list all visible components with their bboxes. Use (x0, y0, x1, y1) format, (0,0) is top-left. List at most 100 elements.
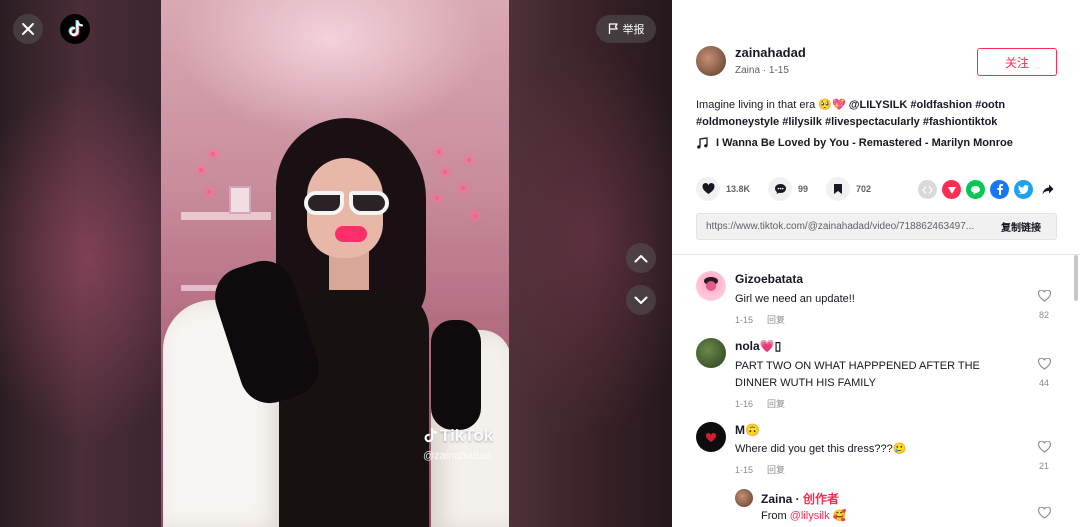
fairy-light (443, 170, 447, 174)
fairy-light (199, 168, 203, 172)
photo-frame (229, 186, 251, 214)
flag-icon (608, 23, 618, 34)
comment-text: Where did you get this dress???🥲 (735, 443, 907, 455)
comment-date: 1-16 (735, 399, 754, 409)
author-block[interactable]: zainahadad Zaina · 1-15 (696, 45, 806, 76)
fairy-light (467, 158, 471, 162)
video-description: Imagine living in that era 🥺💖 @LILYSILK … (696, 97, 1046, 131)
line-icon[interactable] (966, 180, 985, 199)
video-stage: TikTok @zainahadad 举报 (0, 0, 672, 527)
fairy-light (211, 152, 215, 156)
description-text: Imagine living in that era 🥺💖 (696, 99, 849, 111)
reply-mention[interactable]: @lilysilk (790, 510, 830, 522)
previous-video-button[interactable] (626, 243, 656, 273)
fairy-light (437, 150, 441, 154)
forward-icon[interactable] (1038, 180, 1057, 199)
comment-username[interactable]: Gizoebatata (735, 272, 803, 286)
avatar[interactable] (696, 45, 726, 76)
chevron-up-icon (634, 254, 648, 262)
comment-like[interactable]: 82 (1034, 289, 1054, 320)
close-icon (22, 23, 34, 35)
watermark-brand: TikTok (440, 426, 494, 445)
heart-outline-icon (1037, 289, 1051, 302)
heart-outline-icon (1037, 506, 1051, 519)
fairy-light (473, 214, 477, 218)
watermark-username: @zainahadad (423, 450, 492, 462)
lips (335, 226, 367, 242)
video-link[interactable]: https://www.tiktok.com/@zainahadad/video… (697, 221, 987, 232)
fairy-light (207, 190, 211, 194)
twitter-icon[interactable] (1014, 180, 1033, 199)
music-note-icon (697, 137, 708, 149)
facebook-icon[interactable] (990, 180, 1009, 199)
music-title: I Wanna Be Loved by You - Remastered - M… (716, 137, 1013, 149)
comment-like-count: 21 (1038, 461, 1049, 471)
tiktok-watermark: TikTok @zainahadad (423, 426, 493, 462)
save-action[interactable]: 702 (826, 177, 871, 201)
report-button[interactable]: 举报 (596, 15, 656, 43)
reply-button[interactable]: 回复 (767, 399, 785, 409)
video-link-box: https://www.tiktok.com/@zainahadad/video… (696, 213, 1057, 240)
embed-icon[interactable] (918, 180, 937, 199)
comment-like[interactable]: 21 (1034, 440, 1054, 471)
copy-link-button[interactable]: 复制链接 (1001, 219, 1041, 234)
comments-scrollbar[interactable] (1074, 255, 1078, 301)
reply-text: From @lilysilk 🥰 (761, 510, 847, 522)
reply-username[interactable]: Zaina (761, 492, 792, 506)
tiktok-note-icon (424, 428, 437, 443)
comment-date: 1-15 (735, 315, 754, 325)
author-username[interactable]: zainahadad (735, 45, 806, 60)
author-meta: Zaina · 1-15 (735, 65, 789, 76)
sunglasses (349, 191, 389, 215)
avatar[interactable] (696, 422, 726, 452)
chevron-down-icon (634, 296, 648, 304)
comment-date: 1-15 (735, 465, 754, 475)
description-mention[interactable]: @LILYSILK (849, 99, 908, 111)
tiktok-logo-icon (68, 20, 83, 37)
comment-like-count: 82 (1038, 310, 1049, 320)
bookmark-icon (834, 184, 843, 194)
fairy-light (461, 186, 465, 190)
comment-item: nola💗▯ PART TWO ON WHAT HAPPPENED AFTER … (696, 338, 1066, 409)
share-icons (918, 180, 1057, 199)
reply-button[interactable]: 回复 (767, 315, 785, 325)
fairy-light (435, 196, 439, 200)
comment-like-count: 44 (1038, 378, 1049, 388)
like-count: 13.8K (726, 184, 751, 194)
comment-action[interactable]: 99 (768, 177, 808, 201)
heart-icon (702, 183, 714, 194)
follow-button[interactable]: 关注 (977, 48, 1057, 76)
comment-item: M🙃 Where did you get this dress???🥲 1-15… (696, 422, 1066, 482)
shelf (181, 212, 271, 220)
comment-list: Gizoebatata Girl we need an update!! 1-1… (672, 255, 1080, 527)
next-video-button[interactable] (626, 285, 656, 315)
heart-outline-icon (1037, 440, 1051, 453)
avatar[interactable] (696, 271, 726, 301)
reply-button[interactable]: 回复 (767, 465, 785, 475)
action-bar: 13.8K 99 702 (696, 177, 889, 201)
video-player[interactable]: TikTok @zainahadad (161, 0, 509, 527)
comment-like[interactable] (1034, 506, 1054, 524)
avatar[interactable] (735, 489, 753, 507)
save-count: 702 (856, 184, 872, 194)
creator-badge: 创作者 (803, 492, 840, 506)
avatar[interactable] (696, 338, 726, 368)
comment-username[interactable]: nola💗▯ (735, 339, 781, 353)
comment-like[interactable]: 44 (1034, 357, 1054, 388)
heart-outline-icon (1037, 357, 1051, 370)
sunglasses (304, 191, 344, 215)
report-label: 举报 (622, 24, 645, 36)
comment-icon (774, 184, 786, 194)
glove (431, 320, 481, 430)
like-action[interactable]: 13.8K (696, 177, 750, 201)
comment-item: Gizoebatata Girl we need an update!! 1-1… (696, 271, 1066, 331)
comment-text: PART TWO ON WHAT HAPPPENED AFTER THE DIN… (735, 360, 980, 389)
comment-username[interactable]: M🙃 (735, 423, 760, 437)
video-info-panel: zainahadad Zaina · 1-15 关注 Imagine livin… (672, 0, 1080, 527)
red-share-icon[interactable] (942, 180, 961, 199)
comment-count: 99 (798, 184, 809, 194)
close-button[interactable] (13, 14, 43, 44)
comment-reply-item: Zaina · 创作者 From @lilysilk 🥰 (735, 489, 1065, 527)
tiktok-logo[interactable] (60, 14, 90, 44)
music-info[interactable]: I Wanna Be Loved by You - Remastered - M… (696, 137, 1013, 149)
